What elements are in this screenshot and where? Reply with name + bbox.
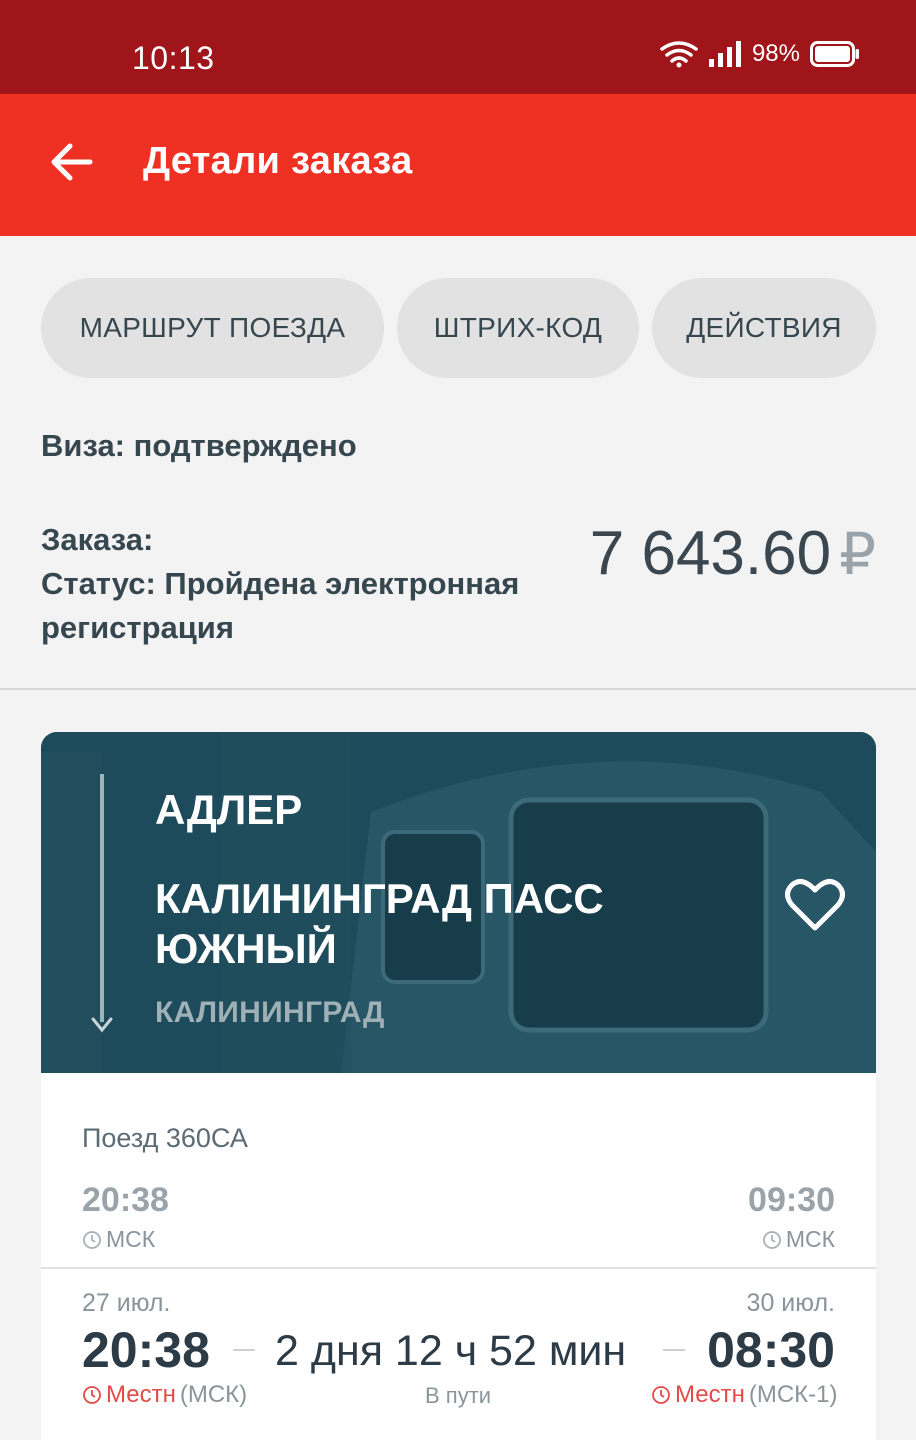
chip-actions[interactable]: ДЕЙСТВИЯ xyxy=(652,278,876,378)
chip-train-route[interactable]: МАРШРУТ ПОЕЗДА xyxy=(41,278,384,378)
battery-percent: 98% xyxy=(751,40,800,67)
app-bar: Детали заказа xyxy=(0,94,916,236)
status-time: 10:13 xyxy=(132,40,215,76)
row-divider xyxy=(41,1267,876,1269)
dash-left xyxy=(233,1349,255,1351)
signal-icon xyxy=(708,41,741,67)
msk-departure: 20:38 МСК xyxy=(82,1181,169,1253)
clock-icon xyxy=(652,1386,670,1404)
local-label: Местн xyxy=(675,1381,745,1408)
msk-arrival: 09:30 МСК xyxy=(748,1181,835,1253)
battery-icon xyxy=(810,41,859,67)
local-departure-time: 20:38 xyxy=(82,1322,210,1378)
duration-label: В пути xyxy=(425,1383,492,1408)
chip-barcode[interactable]: ШТРИХ-КОД xyxy=(397,278,639,378)
msk-arrival-zone: МСК xyxy=(748,1226,835,1253)
order-status: Статус: Пройдена электронная регистрация xyxy=(41,566,520,645)
clock-icon xyxy=(762,1230,781,1249)
train-number: Поезд 360СА xyxy=(82,1123,248,1153)
departure-station: АДЛЕР xyxy=(155,786,303,833)
route-arrow-icon xyxy=(91,1017,113,1033)
route-card: АДЛЕР КАЛИНИНГРАД ПАСС ЮЖНЫЙ КАЛИНИНГРАД xyxy=(41,732,876,1073)
clock-icon xyxy=(83,1386,101,1404)
order-number: Заказа: xyxy=(41,522,154,557)
page-title: Детали заказа xyxy=(143,140,413,182)
msk-arrival-time: 09:30 xyxy=(748,1181,835,1219)
section-divider xyxy=(0,688,916,690)
arrival-region: КАЛИНИНГРАД xyxy=(155,996,385,1029)
favorite-heart-icon[interactable] xyxy=(785,876,845,932)
departure-date: 27 июл. xyxy=(82,1289,171,1317)
msk-departure-time: 20:38 xyxy=(82,1181,169,1219)
wifi-icon xyxy=(660,41,698,68)
status-bar: 10:13 98% xyxy=(0,0,916,94)
clock-icon xyxy=(83,1230,101,1249)
departure-zone-label: (МСК) xyxy=(179,1381,248,1408)
price-value: 7 643.60 xyxy=(589,519,832,588)
visa-status: Виза: подтверждено xyxy=(41,428,357,463)
arrival-station: КАЛИНИНГРАД ПАСС ЮЖНЫЙ xyxy=(155,875,604,972)
currency-symbol: ₽ xyxy=(839,522,876,587)
arrival-date: 30 июл. xyxy=(746,1289,835,1317)
train-details-card: Поезд 360СА 20:38 МСК 09:30 МСК 27 июл. … xyxy=(41,1073,876,1440)
back-arrow-icon[interactable] xyxy=(44,134,100,190)
route-line xyxy=(100,774,104,1022)
zone-label: МСК xyxy=(106,1226,156,1252)
local-label: Местн xyxy=(106,1381,176,1408)
action-chips: МАРШРУТ ПОЕЗДА ШТРИХ-КОД ДЕЙСТВИЯ xyxy=(41,278,876,378)
arrival-zone-label: (МСК-1) xyxy=(748,1381,838,1408)
local-arrival-time: 08:30 xyxy=(707,1322,835,1378)
zone-label: МСК xyxy=(785,1226,835,1252)
dash-right xyxy=(663,1349,685,1351)
local-arrival-zone: Местн (МСК-1) xyxy=(651,1381,838,1409)
msk-departure-zone: МСК xyxy=(82,1226,169,1253)
trip-duration: 2 дня 12 ч 52 мин xyxy=(275,1327,627,1375)
order-price: 7 643.60 ₽ xyxy=(590,518,876,589)
status-indicators: 98% xyxy=(660,40,860,68)
order-info: Заказа: Статус: Пройдена электронная рег… xyxy=(41,518,521,650)
local-departure-zone: Местн (МСК) xyxy=(82,1381,247,1409)
